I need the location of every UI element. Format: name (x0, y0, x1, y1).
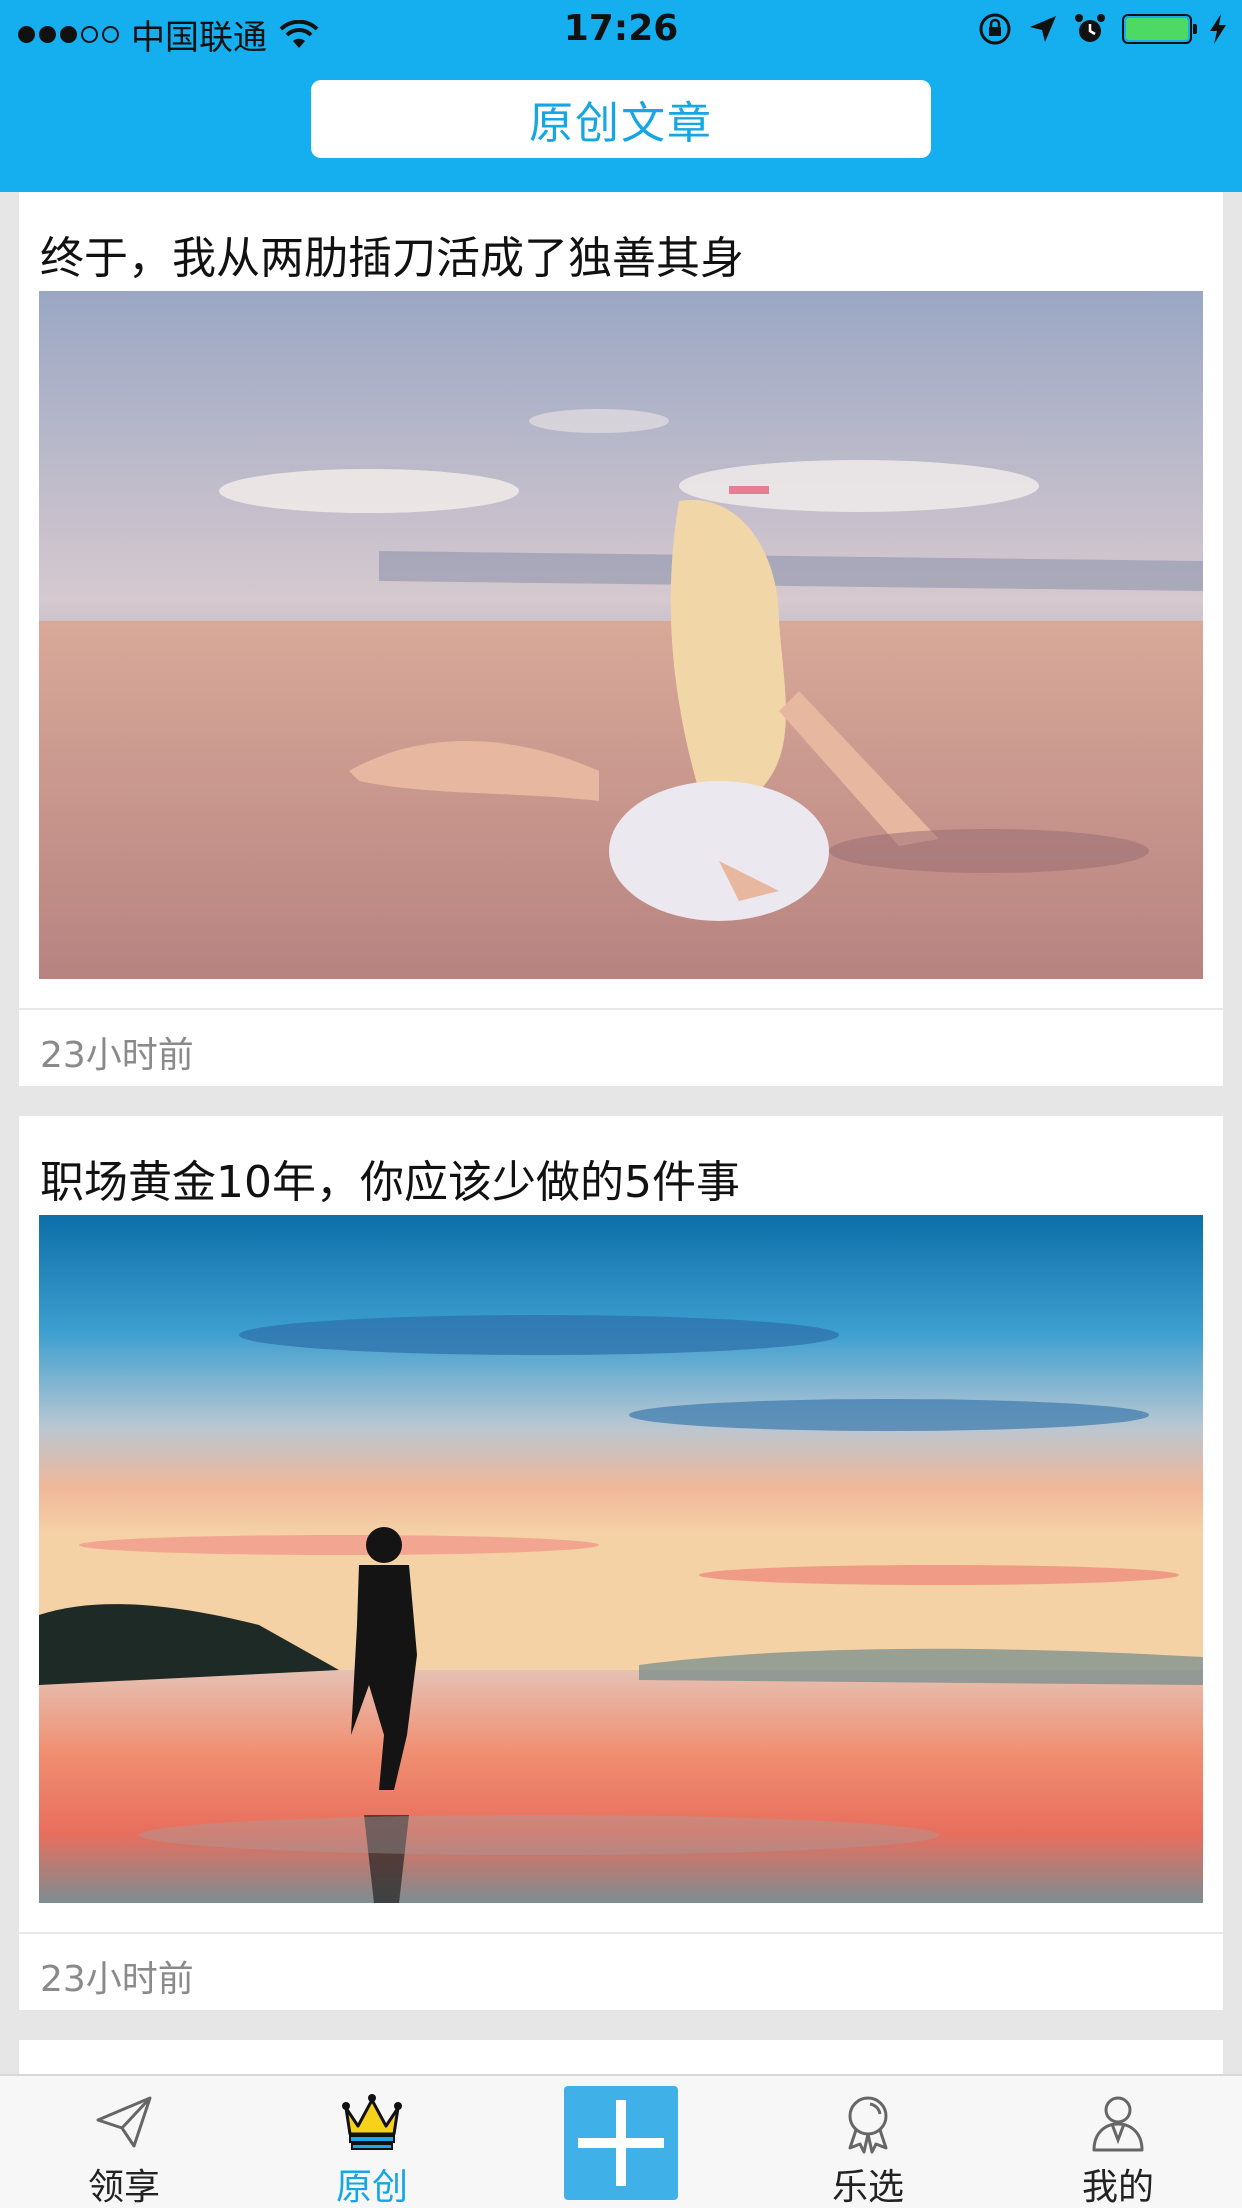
award-icon (848, 2096, 888, 2154)
paper-plane-icon (96, 2096, 152, 2148)
tab-wode[interactable]: 我的 (1038, 2076, 1198, 2208)
card-divider (19, 1008, 1223, 1010)
screen: 中国联通 17:26 原创文章 终于，我从两肋插刀活成了独善其身 23小时前 职… (0, 0, 1242, 2208)
crown-icon (342, 2094, 402, 2150)
tab-label: 我的 (1081, 2167, 1154, 2208)
tab-bar: 领享 原创 乐选 我的 (0, 2074, 1242, 2208)
battery-icon (1122, 14, 1197, 44)
card-divider (19, 1932, 1223, 1934)
rotation-lock-icon (979, 13, 1011, 45)
article-image[interactable] (39, 291, 1203, 979)
alarm-clock-icon (1075, 14, 1105, 42)
location-arrow-icon (1030, 16, 1056, 42)
article-title[interactable]: 职场黄金10年，你应该少做的5件事 (40, 1146, 740, 1210)
user-icon (1092, 2096, 1144, 2152)
tab-lexuan[interactable]: 乐选 (788, 2076, 948, 2208)
status-bar: 中国联通 17:26 (0, 0, 1242, 62)
tab-label: 原创 (335, 2167, 408, 2208)
plus-icon (578, 2100, 664, 2186)
article-card[interactable]: 职场黄金10年，你应该少做的5件事 23小时前 (19, 1116, 1223, 2010)
tab-yuanchuang[interactable]: 原创 (292, 2076, 452, 2208)
article-card[interactable]: 终于，我从两肋插刀活成了独善其身 23小时前 (19, 192, 1223, 1086)
tab-label: 领享 (87, 2167, 160, 2208)
charging-bolt-icon (1210, 14, 1226, 44)
tab-label: 乐选 (831, 2167, 904, 2208)
add-button[interactable] (564, 2086, 678, 2200)
article-time: 23小时前 (40, 1035, 194, 1076)
article-image[interactable] (39, 1215, 1203, 1903)
page-title: 原创文章 (311, 80, 931, 158)
article-title[interactable]: 终于，我从两肋插刀活成了独善其身 (40, 222, 744, 286)
top-bar: 中国联通 17:26 原创文章 (0, 0, 1242, 192)
article-time: 23小时前 (40, 1959, 194, 2000)
status-icons (978, 12, 1228, 46)
tab-lingxiang[interactable]: 领享 (44, 2076, 204, 2208)
